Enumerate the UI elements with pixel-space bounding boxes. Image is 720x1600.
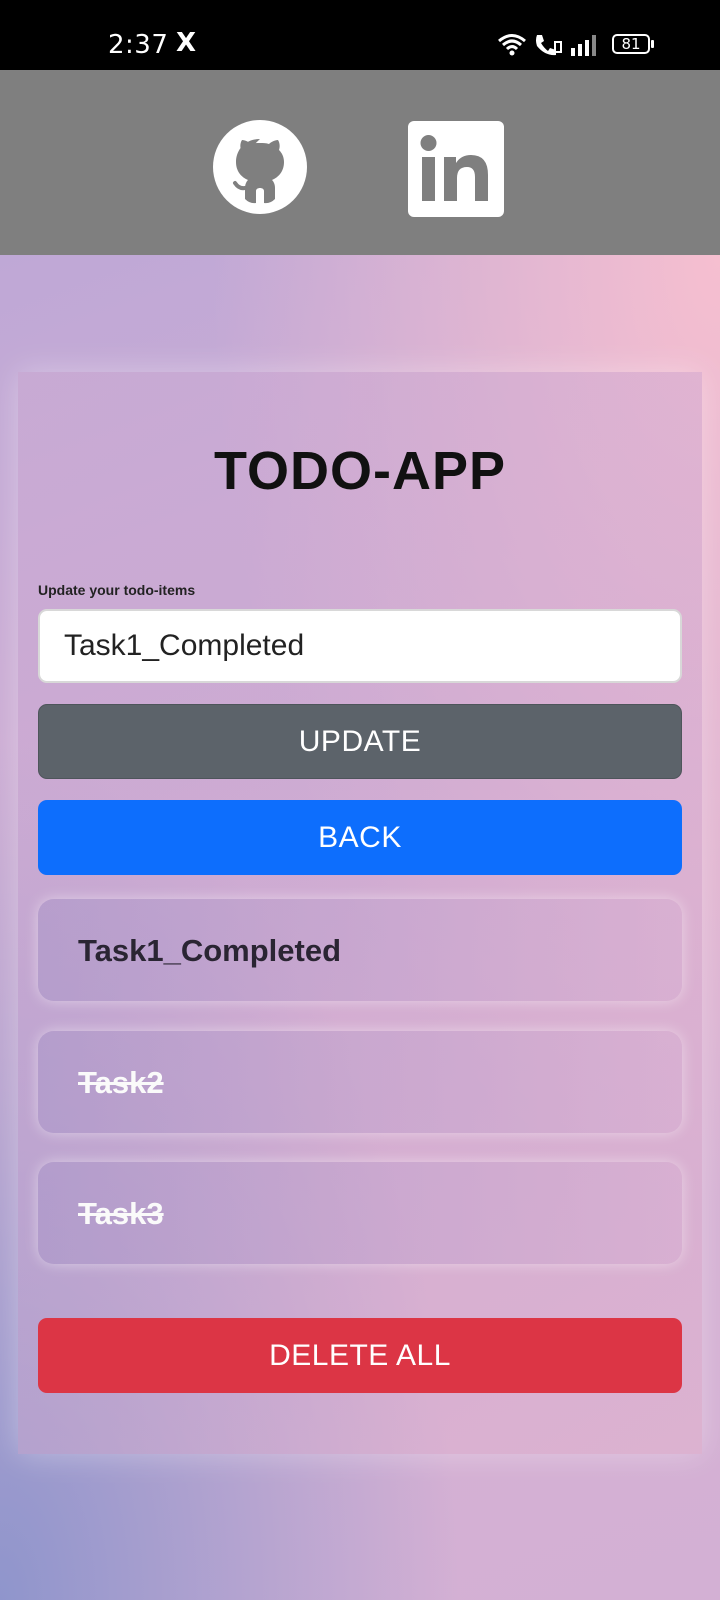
- update-button[interactable]: UPDATE: [38, 704, 682, 779]
- todo-item[interactable]: Task3: [38, 1162, 682, 1264]
- delete-all-button[interactable]: DELETE ALL: [38, 1318, 682, 1393]
- todo-item-text: Task2: [78, 1065, 164, 1100]
- x-notification-icon: X: [176, 28, 197, 58]
- wifi-calling-icon: [536, 35, 562, 56]
- todo-update-input[interactable]: [38, 609, 682, 683]
- status-time: 2:37: [108, 30, 169, 60]
- battery-icon: 81: [612, 34, 650, 54]
- wifi-icon: [498, 34, 526, 56]
- signal-icon: [571, 35, 596, 56]
- status-bar: 2:37 X 81: [0, 0, 720, 70]
- todo-card: TODO-APP Update your todo-items UPDATE B…: [18, 372, 702, 1454]
- social-header: [0, 70, 720, 255]
- linkedin-icon[interactable]: [408, 121, 504, 217]
- battery-tip: [651, 40, 654, 48]
- input-label: Update your todo-items: [38, 582, 196, 598]
- todo-item-text: Task3: [78, 1196, 164, 1231]
- todo-item[interactable]: Task2: [38, 1031, 682, 1133]
- back-button[interactable]: BACK: [38, 800, 682, 875]
- github-icon[interactable]: [212, 119, 308, 215]
- todo-item-text: Task1_Completed: [78, 933, 342, 968]
- todo-item[interactable]: Task1_Completed: [38, 899, 682, 1001]
- page-title: TODO-APP: [213, 441, 507, 501]
